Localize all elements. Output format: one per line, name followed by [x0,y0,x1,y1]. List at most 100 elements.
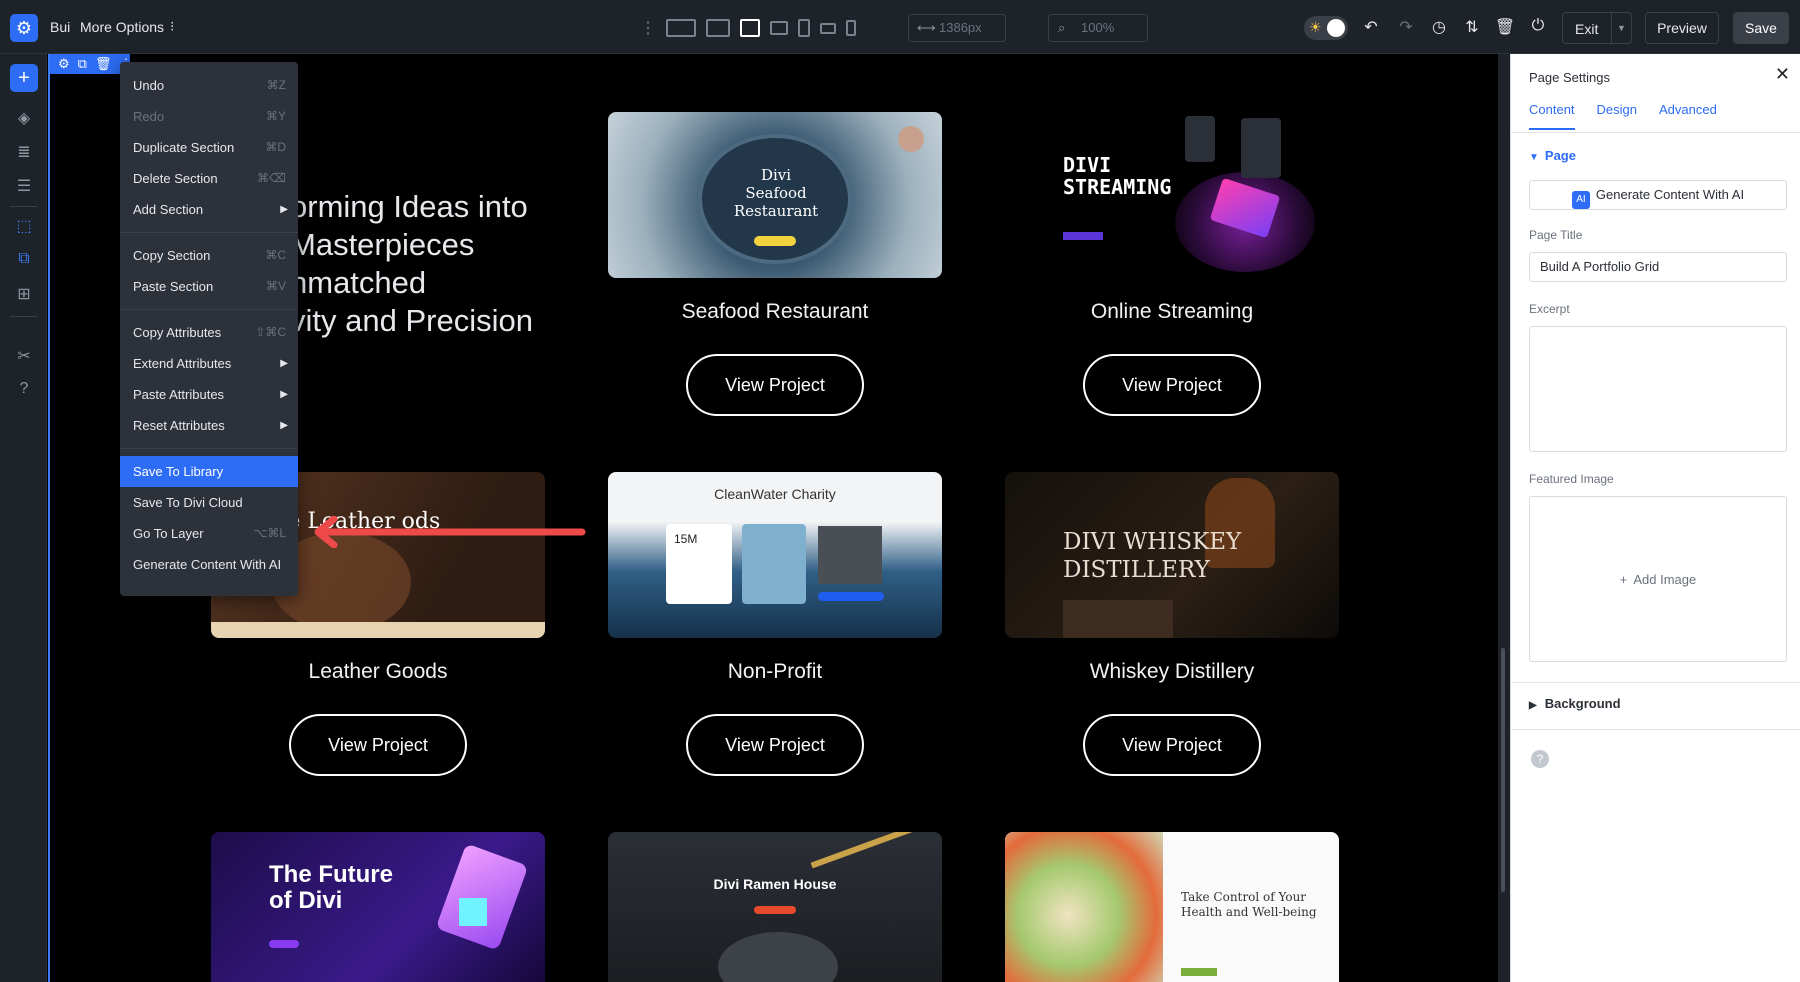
layers-icon[interactable]: ◈ [12,108,36,128]
tools-icon[interactable]: ✂ [12,346,36,366]
kebab-icon[interactable]: ⁝ [170,18,174,35]
theme-toggle[interactable]: ☀ [1304,16,1348,40]
project-thumbnail[interactable]: Divi Seafood Restaurant [608,112,942,278]
preview-button[interactable]: Preview [1645,12,1719,44]
more-options-button[interactable]: More Options [80,19,164,35]
redo-icon[interactable]: ↷ [1395,17,1417,37]
menu-item-paste-section[interactable]: Paste Section ⌘V [120,271,298,302]
menu-item-duplicate-section[interactable]: Duplicate Section ⌘D [120,132,298,163]
portability-icon[interactable]: ⇅ [1461,17,1483,37]
tablet-landscape-icon[interactable] [770,21,788,35]
project-thumbnail[interactable]: Divi Ramen House [608,832,942,982]
project-thumbnail[interactable]: DIVI STREAMING [1005,112,1339,278]
plus-icon[interactable]: + [10,64,38,92]
view-project-button[interactable]: View Project [1083,714,1261,776]
menu-item-reset-attributes[interactable]: Reset Attributes ▶ [120,410,298,441]
tab-content[interactable]: Content [1529,102,1575,130]
left-rail: + ◈ ≣ ☰ ⬚ ⧉ ⊞ ✂ ? [0,54,47,982]
tablet-icon[interactable] [798,19,810,37]
tab-advanced[interactable]: Advanced [1659,102,1717,130]
view-project-button[interactable]: View Project [289,714,467,776]
portfolio-card: DIVI WHISKEY DISTILLERY Whiskey Distille… [1005,472,1339,776]
thumb-title: Divi Ramen House [713,876,837,892]
phone-landscape-icon[interactable] [820,22,836,34]
menu-item-generate-content-ai[interactable]: Generate Content With AI [120,549,298,580]
page-section-toggle[interactable]: ▼ Page [1529,148,1576,163]
view-project-button[interactable]: View Project [686,354,864,416]
default-view-icon[interactable] [740,19,760,37]
vertical-dots-icon[interactable]: ⋮ [640,18,656,38]
gear-icon[interactable]: ⚙ [58,56,70,72]
project-thumbnail[interactable]: Take Control of Your Health and Well-bei… [1005,832,1339,982]
hero-line: Masterpieces [290,227,475,262]
search-icon: ⌕ [1058,20,1066,35]
project-thumbnail[interactable]: The Future of Divi [211,832,545,982]
add-image-label: Add Image [1633,572,1697,587]
portfolio-card: Divi Ramen House [608,832,942,982]
rail-divider [10,206,37,207]
background-section-toggle[interactable]: ▶ Background [1529,696,1621,711]
caret-right-icon: ▶ [1529,700,1537,711]
tab-design[interactable]: Design [1597,102,1637,130]
menu-item-save-to-library[interactable]: Save To Library [120,456,298,487]
chevron-down-icon[interactable]: ▼ [1611,13,1631,43]
project-thumbnail[interactable]: DIVI WHISKEY DISTILLERY [1005,472,1339,638]
menu-item-redo[interactable]: Redo ⌘Y [120,101,298,132]
template-icon[interactable]: ⊞ [12,284,36,304]
menu-shortcut: ⌘C [265,248,286,262]
desktop-view-icon[interactable] [706,19,730,37]
duplicate-icon[interactable]: ⧉ [78,56,87,72]
click-element-icon[interactable]: ⬚ [12,216,36,236]
menu-shortcut: ⌥⌘L [253,526,286,540]
menu-label: Undo [133,78,165,93]
exit-button[interactable]: Exit ▼ [1562,12,1632,44]
database-icon[interactable]: ≣ [12,142,36,162]
wide-desktop-view-icon[interactable] [666,19,696,37]
project-thumbnail[interactable]: CleanWater Charity 15M [608,472,942,638]
help-icon[interactable]: ? [1531,750,1549,768]
toggle-knob [1327,19,1345,37]
menu-item-copy-attributes[interactable]: Copy Attributes ⇧⌘C [120,317,298,348]
gear-icon[interactable]: ⚙ [10,14,38,42]
undo-icon[interactable]: ↶ [1360,17,1382,37]
zoom-input[interactable]: ⌕ 100% [1048,14,1148,42]
panel-title: Page Settings [1529,70,1610,85]
project-name: Leather Goods [308,660,448,683]
menu-item-save-to-divi-cloud[interactable]: Save To Divi Cloud [120,487,298,518]
phone-icon[interactable] [846,20,856,36]
menu-item-delete-section[interactable]: Delete Section ⌘⌫ [120,163,298,194]
trash-icon[interactable]: 🗑 [1494,17,1516,37]
submenu-arrow-icon: ▶ [280,204,288,215]
canvas-scrollbar[interactable] [1501,648,1505,892]
trash-icon[interactable]: 🗑 [95,56,112,72]
close-icon[interactable]: ✕ [1775,64,1790,85]
view-project-button[interactable]: View Project [686,714,864,776]
multi-select-icon[interactable]: ⧉ [12,250,36,268]
menu-shortcut: ⌘Z [266,78,286,92]
project-name: Whiskey Distillery [1089,660,1255,683]
featured-image-dropzone[interactable]: + Add Image [1529,496,1787,662]
project-name: Seafood Restaurant [681,300,869,323]
canvas-width-value: 1386px [939,20,982,35]
menu-item-extend-attributes[interactable]: Extend Attributes ▶ [120,348,298,379]
view-project-button[interactable]: View Project [1083,354,1261,416]
excerpt-field[interactable] [1529,326,1787,452]
history-icon[interactable]: ◷ [1428,17,1450,37]
menu-item-paste-attributes[interactable]: Paste Attributes ▶ [120,379,298,410]
help-icon[interactable]: ? [12,380,36,398]
power-icon[interactable]: ⏻ [1527,17,1549,35]
red-arrow-annotation [314,516,586,548]
canvas-width-input[interactable]: ⟷ 1386px [908,14,1006,42]
generate-content-ai-button[interactable]: AI Generate Content With AI [1529,180,1787,210]
menu-item-add-section[interactable]: Add Section ▶ [120,194,298,225]
menu-item-undo[interactable]: Undo ⌘Z [120,70,298,101]
menu-label: Extend Attributes [133,356,232,371]
menu-item-copy-section[interactable]: Copy Section ⌘C [120,240,298,271]
portfolio-card: CleanWater Charity 15M Non-Profit View P… [608,472,942,776]
save-button[interactable]: Save [1733,12,1789,44]
menu-item-go-to-layer[interactable]: Go To Layer ⌥⌘L [120,518,298,549]
list-icon[interactable]: ☰ [12,176,36,196]
portfolio-card: Divi Seafood Restaurant Seafood Restaura… [608,112,942,416]
hero-line: nmatched [290,265,427,300]
page-title-field[interactable]: Build A Portfolio Grid [1529,252,1787,282]
